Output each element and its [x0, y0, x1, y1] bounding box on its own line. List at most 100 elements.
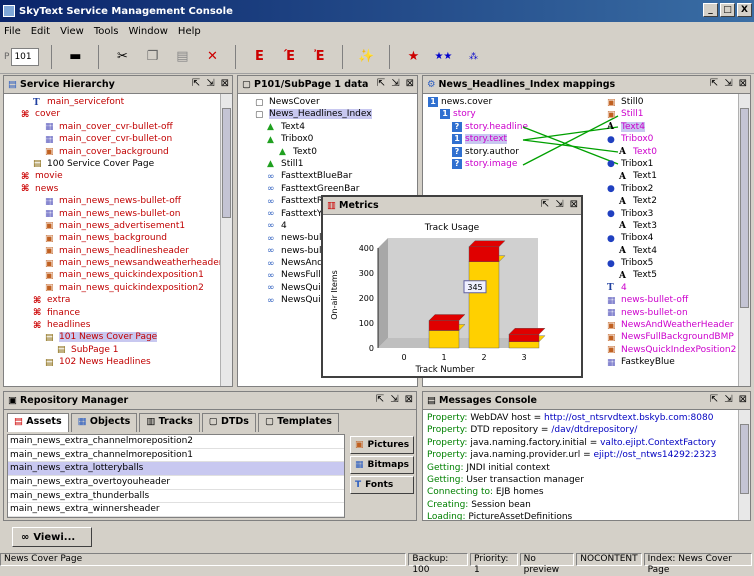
- tree-item[interactable]: ▦ main_news_news-bullet-on: [7, 208, 232, 220]
- hierarchy-scrollbar[interactable]: [220, 94, 232, 386]
- mapping-target-item[interactable]: T4: [605, 282, 740, 294]
- maximize-icon[interactable]: ⇲: [391, 78, 399, 89]
- float-icon[interactable]: ⇱: [710, 394, 718, 405]
- cut-icon[interactable]: ✂: [111, 46, 133, 68]
- bitmaps-button[interactable]: ▦ Bitmaps: [350, 456, 414, 474]
- mapping-source-item[interactable]: 1 story: [426, 108, 576, 120]
- fonts-button[interactable]: T Fonts: [350, 476, 414, 494]
- mapping-target-item[interactable]: ▣ NewsQuickIndexPosition2: [605, 344, 740, 356]
- mapping-source-item[interactable]: 1 story.text: [426, 133, 576, 145]
- paste-icon[interactable]: ▤: [171, 46, 193, 68]
- asset-list-item[interactable]: main_news_extra_channelmoreposition2: [8, 435, 344, 449]
- tree-item[interactable]: ▲ Tribox0: [241, 133, 417, 145]
- mapping-target-item[interactable]: ▣ NewsFullBackgroundBMP: [605, 331, 740, 343]
- minimize-button[interactable]: _: [703, 3, 718, 17]
- wand-icon[interactable]: ✨: [355, 46, 377, 68]
- tree-item[interactable]: ▦ main_cover_cvr-bullet-off: [7, 121, 232, 133]
- tab-templates[interactable]: ▢ Templates: [257, 413, 339, 432]
- text-tool-3-icon[interactable]: Ἐ: [308, 46, 330, 68]
- pictures-button[interactable]: ▣ Pictures: [350, 436, 414, 454]
- tree-item[interactable]: ⌘ extra: [7, 294, 232, 306]
- close-icon[interactable]: ⊠: [739, 78, 747, 89]
- tree-item[interactable]: ▲ Text4: [241, 121, 417, 133]
- close-icon[interactable]: ⊠: [405, 394, 413, 405]
- tree-item[interactable]: ▢ NewsCover: [241, 96, 417, 108]
- mapping-target-item[interactable]: ▣ Still1: [605, 108, 740, 120]
- mapping-target-item[interactable]: ● Tribox1: [605, 158, 740, 170]
- mapping-target-item[interactable]: A Text3: [605, 220, 740, 232]
- asset-list-item[interactable]: main_news_extra_winnersheader: [8, 503, 344, 518]
- close-icon[interactable]: ⊠: [739, 394, 747, 405]
- tab-assets[interactable]: ▤ Assets: [7, 413, 69, 432]
- tree-item[interactable]: ⌘ headlines: [7, 319, 232, 331]
- mapping-target-item[interactable]: A Text0: [605, 146, 740, 158]
- tree-item[interactable]: ▣ main_news_quickindexposition1: [7, 269, 232, 281]
- mapping-source-item[interactable]: ? story.author: [426, 146, 576, 158]
- tree-item[interactable]: ⌘ finance: [7, 307, 232, 319]
- stars-blue-icon[interactable]: ★★: [432, 46, 454, 68]
- tree-item[interactable]: ⌘ movie: [7, 170, 232, 182]
- menu-view[interactable]: View: [60, 26, 84, 37]
- page-number-field[interactable]: 101: [11, 47, 40, 66]
- maximize-icon[interactable]: ⇲: [206, 78, 214, 89]
- tree-item[interactable]: ▣ main_news_headlinesheader: [7, 245, 232, 257]
- mapping-target-item[interactable]: ▣ Still0: [605, 96, 740, 108]
- float-icon[interactable]: ⇱: [192, 78, 200, 89]
- mapping-target-item[interactable]: A Text4: [605, 121, 740, 133]
- mapping-target-item[interactable]: A Text5: [605, 269, 740, 281]
- tree-item[interactable]: ∞ FasttextBlueBar: [241, 170, 417, 182]
- tab-dtds[interactable]: ▢ DTDs: [201, 413, 256, 432]
- tree-item[interactable]: ▣ main_news_newsandweatherheader: [7, 257, 232, 269]
- mapping-target-item[interactable]: ● Tribox4: [605, 232, 740, 244]
- mapping-target-item[interactable]: A Text2: [605, 195, 740, 207]
- tree-item[interactable]: ▣ main_cover_background: [7, 146, 232, 158]
- asset-list-item[interactable]: main_news_extra_overtoyouheader: [8, 476, 344, 490]
- text-tool-1-icon[interactable]: Ε: [248, 46, 270, 68]
- mapping-target-item[interactable]: ▦ news-bullet-off: [605, 294, 740, 306]
- asset-list-item[interactable]: main_news_extra_channelmoreposition1: [8, 449, 344, 463]
- mapping-target-item[interactable]: ● Tribox0: [605, 133, 740, 145]
- menu-window[interactable]: Window: [128, 26, 167, 37]
- menu-help[interactable]: Help: [178, 26, 201, 37]
- tree-item[interactable]: ▤ SubPage 1: [7, 344, 232, 356]
- tree-item[interactable]: ▤ 102 News Headlines: [7, 356, 232, 368]
- mapping-target-item[interactable]: ● Tribox3: [605, 208, 740, 220]
- menu-file[interactable]: File: [4, 26, 21, 37]
- maximize-icon[interactable]: ⇲: [390, 394, 398, 405]
- mappings-scrollbar[interactable]: [738, 94, 750, 386]
- tree-item[interactable]: ▲ Text0: [241, 146, 417, 158]
- mapping-target-item[interactable]: A Text1: [605, 170, 740, 182]
- close-button[interactable]: X: [737, 3, 752, 17]
- asset-list-item[interactable]: main_news_extra_lotteryballs: [8, 462, 344, 477]
- mapping-target-item[interactable]: A Text4: [605, 245, 740, 257]
- close-icon[interactable]: ⊠: [570, 199, 578, 210]
- text-tool-2-icon[interactable]: Έ: [278, 46, 300, 68]
- messages-scrollbar[interactable]: [738, 410, 750, 520]
- copy-icon[interactable]: ❐: [141, 46, 163, 68]
- tree-item[interactable]: Tmain_servicefont: [7, 96, 232, 108]
- tree-item[interactable]: ▦ main_cover_cvr-bullet-on: [7, 133, 232, 145]
- maximize-icon[interactable]: ⇲: [724, 394, 732, 405]
- mapping-target-item[interactable]: ● Tribox2: [605, 183, 740, 195]
- float-icon[interactable]: ⇱: [541, 199, 549, 210]
- viewing-button[interactable]: ∞ Viewi...: [12, 527, 92, 547]
- menu-edit[interactable]: Edit: [31, 26, 50, 37]
- mapping-source-item[interactable]: ? story.image: [426, 158, 576, 170]
- maximize-icon[interactable]: ⇲: [724, 78, 732, 89]
- save-icon[interactable]: ▬: [64, 46, 86, 68]
- tree-item[interactable]: ▣ main_news_quickindexposition2: [7, 282, 232, 294]
- float-icon[interactable]: ⇱: [376, 394, 384, 405]
- asset-list-item[interactable]: main_news_extra_thunderballs: [8, 490, 344, 504]
- tree-item[interactable]: ▣ main_news_advertisement1: [7, 220, 232, 232]
- stars-multi-icon[interactable]: ⁂: [462, 46, 484, 68]
- tree-item[interactable]: ⌘ news: [7, 183, 232, 195]
- mapping-target-item[interactable]: ▦ news-bullet-on: [605, 307, 740, 319]
- tree-item[interactable]: ▣ main_news_background: [7, 232, 232, 244]
- tree-item[interactable]: ▤ 101 News Cover Page: [7, 331, 232, 343]
- menu-tools[interactable]: Tools: [94, 26, 119, 37]
- mapping-source-item[interactable]: ? story.headline: [426, 121, 576, 133]
- mapping-target-item[interactable]: ● Tribox5: [605, 257, 740, 269]
- mapping-target-item[interactable]: ▦ FastkeyBlue: [605, 356, 740, 368]
- close-icon[interactable]: ⊠: [406, 78, 414, 89]
- float-icon[interactable]: ⇱: [710, 78, 718, 89]
